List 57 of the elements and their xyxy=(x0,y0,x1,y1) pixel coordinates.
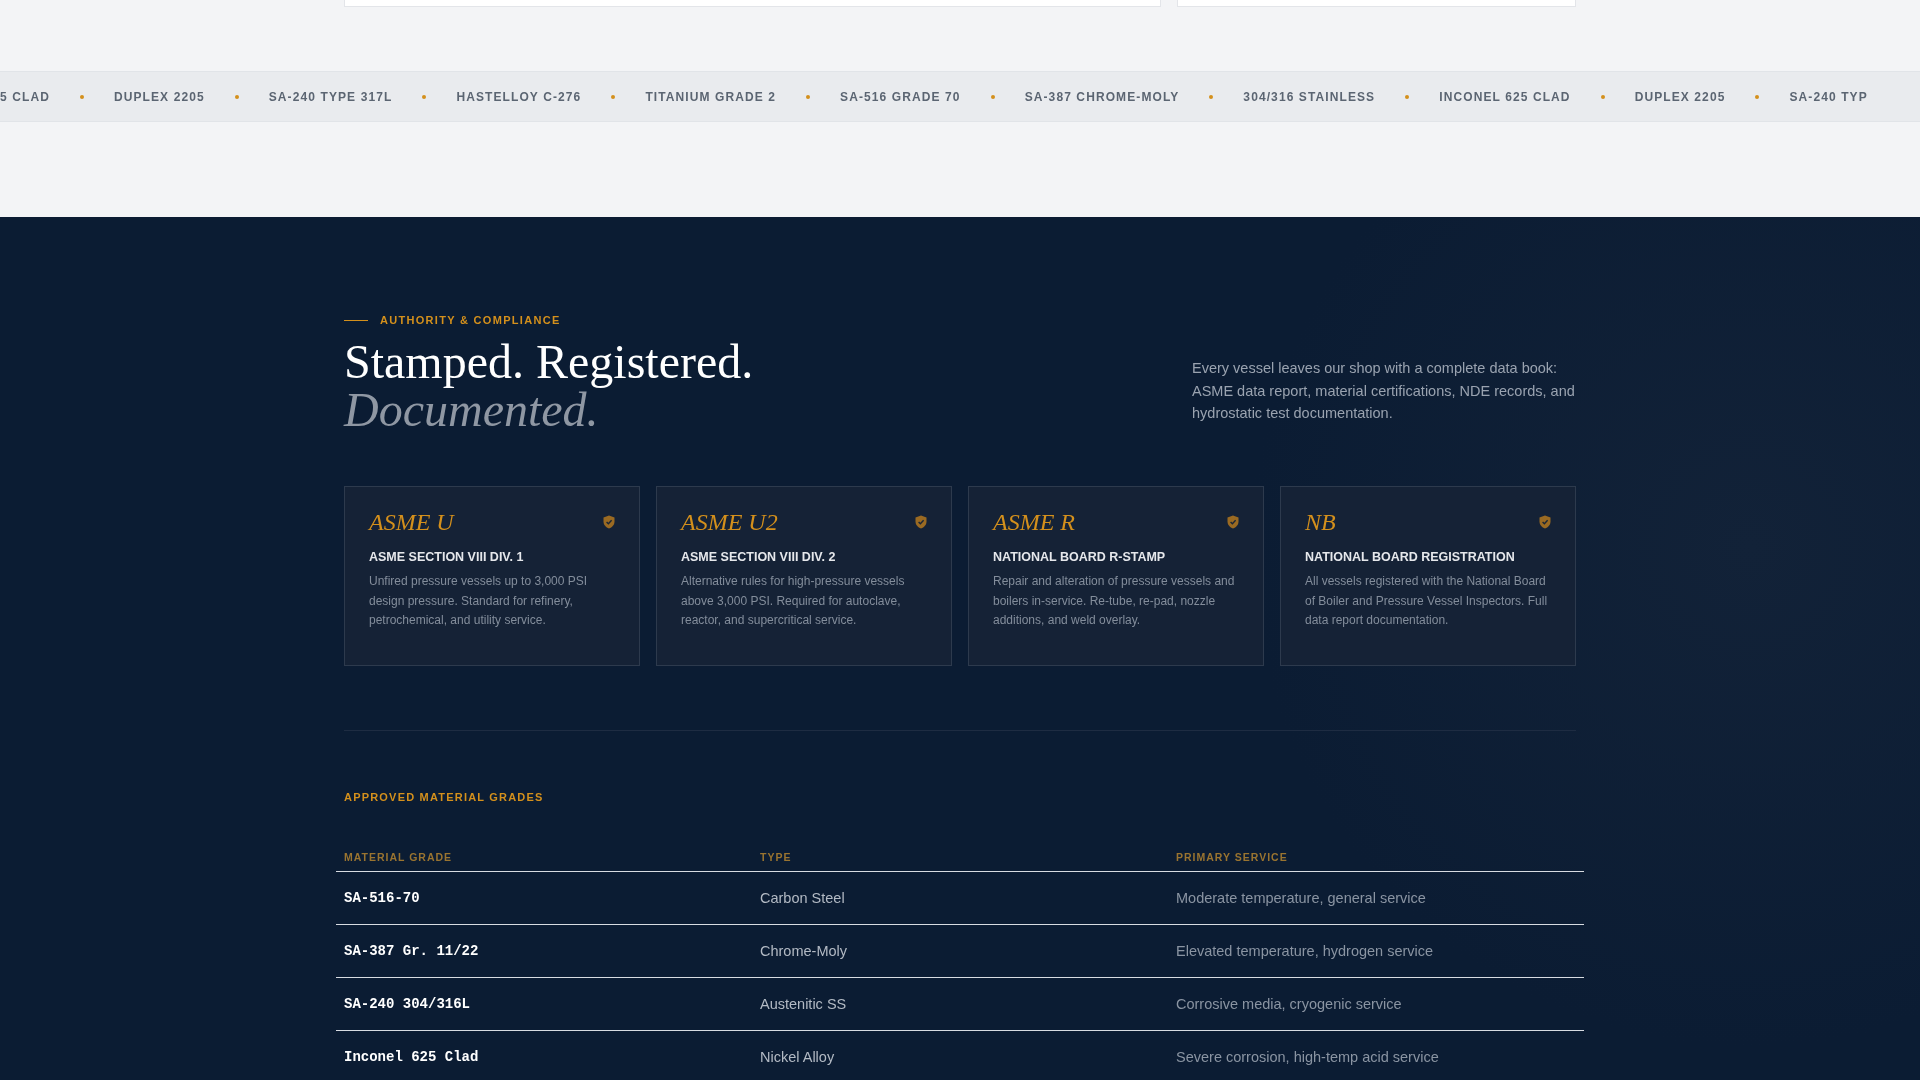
material-tag: DUPLEX 2205 xyxy=(1634,89,1726,104)
table-cell-text: Carbon Steel xyxy=(760,890,846,906)
separator-dot xyxy=(611,94,616,99)
column-header: TYPE xyxy=(760,851,793,863)
stamp-title: NATIONAL BOARD R-STAMP xyxy=(993,550,1167,564)
table-cell-text: Severe corrosion, high-temp acid service xyxy=(1176,1049,1440,1065)
shield-check-icon xyxy=(1227,515,1239,529)
separator-dot xyxy=(1600,94,1605,99)
separator-dot xyxy=(1405,94,1410,99)
column-header: MATERIAL GRADE xyxy=(344,851,454,863)
accent-line xyxy=(344,319,368,321)
table-title: APPROVED MATERIAL GRADES xyxy=(344,791,545,803)
table-cell-text: Corrosive media, cryogenic service xyxy=(1176,996,1403,1012)
material-tag: DUPLEX 2205 xyxy=(113,89,205,104)
separator-dot xyxy=(1209,94,1214,99)
material-tag: 304/316 STAINLESS xyxy=(1243,89,1376,104)
table-cell-text: SA-387 Gr. 11/22 xyxy=(344,943,480,959)
stamp-code: ASME R xyxy=(993,509,1075,536)
separator-dot xyxy=(234,94,239,99)
stamp-title: ASME SECTION VIII DIV. 2 xyxy=(681,550,837,564)
table-cell-text: Elevated temperature, hydrogen service xyxy=(1176,943,1435,959)
table-cell-text: Chrome-Moly xyxy=(760,943,848,959)
shield-check-icon xyxy=(915,515,927,529)
separator-dot xyxy=(1755,94,1760,99)
stamp-description: Repair and alteration of pressure vessels and boilers in-service. Re-tube, re-pad, nozzle additions, and weld overlay. xyxy=(993,573,1236,629)
stamp-description: Alternative rules for high-pressure vessels above 3,000 PSI. Required for autoclave, reactor, and supercritical service. xyxy=(681,573,906,629)
stamp-description: All vessels registered with the National Board of Boiler and Pressure Vessel Inspectors. Full data report documentation. xyxy=(1305,573,1549,629)
section-eyebrow: AUTHORITY & COMPLIANCE xyxy=(380,314,561,326)
shield-check-icon xyxy=(1539,515,1551,529)
material-tag: 5 CLAD xyxy=(0,89,50,104)
material-tag: INCONEL 625 CLAD xyxy=(1439,89,1571,104)
material-tag: SA-387 CHROME-MOLY xyxy=(1024,89,1180,104)
stamp-description: Unfired pressure vessels up to 3,000 PSI design pressure. Standard for refinery, petrochemical, and utility service. xyxy=(369,573,589,629)
table-cell-text: Austenitic SS xyxy=(760,996,848,1012)
separator-dot xyxy=(79,94,84,99)
separator-dot xyxy=(422,94,427,99)
stamp-code: ASME U2 xyxy=(681,509,778,536)
material-tag: SA-240 TYPE 317L xyxy=(268,89,393,104)
intro-text: Every vessel leaves our shop with a complete data book: ASME data report, material certifications, NDE records, and hydrostatic test documentation. xyxy=(1192,359,1576,424)
shield-check-icon xyxy=(603,515,615,529)
stamp-title: NATIONAL BOARD REGISTRATION xyxy=(1305,550,1516,564)
table-cell-text: Nickel Alloy xyxy=(760,1049,836,1065)
column-header: PRIMARY SERVICE xyxy=(1176,851,1289,863)
table-cell-text: SA-516-70 xyxy=(344,890,421,906)
material-tag: TITANIUM GRADE 2 xyxy=(645,89,777,104)
stamp-code: ASME U xyxy=(369,509,454,536)
separator-dot xyxy=(990,94,995,99)
stamp-code: NB xyxy=(1305,509,1336,536)
stamp-title: ASME SECTION VIII DIV. 1 xyxy=(369,550,525,564)
separator-dot xyxy=(806,94,811,99)
table-cell-text: SA-240 304/316L xyxy=(344,996,472,1012)
section-heading: Stamped. Registered. xyxy=(344,338,754,386)
material-tag: SA-516 GRADE 70 xyxy=(840,89,961,104)
material-tag: SA-240 TYP xyxy=(1789,89,1868,104)
table-cell-text: Moderate temperature, general service xyxy=(1176,890,1427,906)
table-cell-text: Inconel 625 Clad xyxy=(344,1049,480,1065)
material-tag: HASTELLOY C-276 xyxy=(456,89,582,104)
